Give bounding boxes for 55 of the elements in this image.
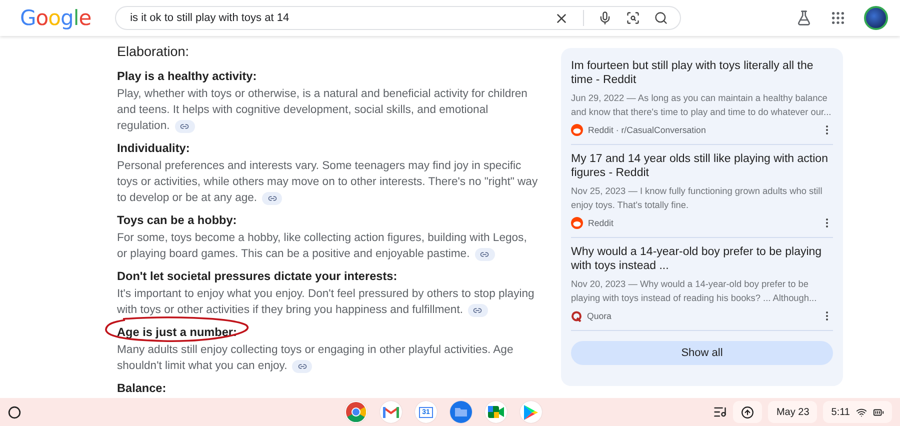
section-heading: Don't let societal pressures dictate your interests: <box>117 269 398 284</box>
section-title: Elaboration: <box>117 44 190 60</box>
link-icon <box>298 362 307 371</box>
mail-icon[interactable] <box>383 406 399 418</box>
paragraph: Personal preferences and interests vary. Some teenagers may find joy in specific toys or activities, while others may move on to other interests. There's no "right" way to develop or be at any age. <box>117 159 539 206</box>
playlist-icon[interactable] <box>713 405 728 419</box>
status-area[interactable]: 5:11 <box>823 401 892 423</box>
section-heading: Play is a healthy activity: <box>117 69 257 84</box>
apps-grid-icon[interactable] <box>830 10 846 26</box>
link-icon <box>268 194 277 203</box>
site-name: Reddit <box>588 218 614 228</box>
section-heading: Age is just a number: <box>117 325 237 340</box>
launcher-icon[interactable] <box>8 406 21 418</box>
clock-time: 5:11 <box>831 406 850 418</box>
result-title[interactable]: My 17 and 14 year olds still like playing with action figures - Reddit <box>571 152 833 180</box>
battery-icon <box>873 406 884 418</box>
result-snippet: Jun 29, 2022 — As long as you can maintain a healthy balance and know that there's time to play and time to do whatever our... <box>571 92 832 119</box>
site-name: Quora <box>587 311 612 321</box>
flask-icon[interactable] <box>796 10 812 26</box>
play-store-icon[interactable] <box>524 404 538 420</box>
link-button[interactable] <box>292 360 312 373</box>
paragraph: Many adults still enjoy collecting toys or engaging in other playful activities. Age shouldn't limit what you can enjoy. <box>117 343 514 374</box>
q-logo-icon <box>571 310 582 322</box>
paragraph: Play, whether with toys or otherwise, is a natural and beneficial activity for children and teens. It helps with cognitive development, social skills, and emotional regulation. <box>117 87 528 134</box>
search-field[interactable]: is it ok to still play with toys at 14 <box>115 6 682 30</box>
date-button[interactable]: May 23 <box>768 401 818 423</box>
section-heading: Individuality: <box>117 141 190 156</box>
paragraph: For some, toys become a hobby, like collecting action figures, building with Legos, or playing board games. This can be a positive and enjoyable pastime. <box>117 231 528 262</box>
section-heading: Balance: <box>117 381 166 396</box>
link-icon <box>180 122 190 131</box>
link-icon <box>480 250 490 259</box>
camera-search-icon[interactable] <box>626 11 640 25</box>
site-name: Reddit · r/CasualConversation <box>588 125 707 135</box>
microphone-icon[interactable] <box>598 11 612 25</box>
link-icon <box>473 306 482 315</box>
link-button[interactable] <box>262 192 282 205</box>
link-button[interactable] <box>474 248 495 261</box>
wifi-icon <box>856 406 867 418</box>
result-snippet: Nov 20, 2023 — Why would a 14-year-old boy prefer to be playing with toys instead of reading his books? ... Although... <box>571 278 818 305</box>
folder-icon[interactable] <box>450 401 472 423</box>
search-icon[interactable] <box>654 11 668 25</box>
result-snippet: Nov 25, 2023 — I know fully functioning grown adults who still enjoy toys. That's totally fine. <box>571 185 824 212</box>
paragraph: It's important to enjoy what you enjoy. Don't feel pressured by others to stop playing with toys or other activities if they bring you happiness and fulfillment. <box>117 287 536 318</box>
result-title[interactable]: Why would a 14-year-old boy prefer to be playing with toys instead ... <box>571 245 833 273</box>
browser-icon[interactable] <box>346 402 366 422</box>
result-title[interactable]: Im fourteen but still play with toys literally all the time - Reddit <box>571 59 833 87</box>
upload-icon <box>741 406 754 418</box>
link-button[interactable] <box>174 120 195 133</box>
tray-button[interactable] <box>733 401 762 423</box>
video-camera-icon[interactable] <box>488 406 504 418</box>
avatar[interactable] <box>864 6 888 30</box>
link-button[interactable] <box>468 304 488 317</box>
google-logo[interactable]: Google <box>20 5 92 31</box>
section-heading: Toys can be a hobby: <box>117 213 237 228</box>
show-all-button[interactable]: Show all <box>571 341 833 365</box>
